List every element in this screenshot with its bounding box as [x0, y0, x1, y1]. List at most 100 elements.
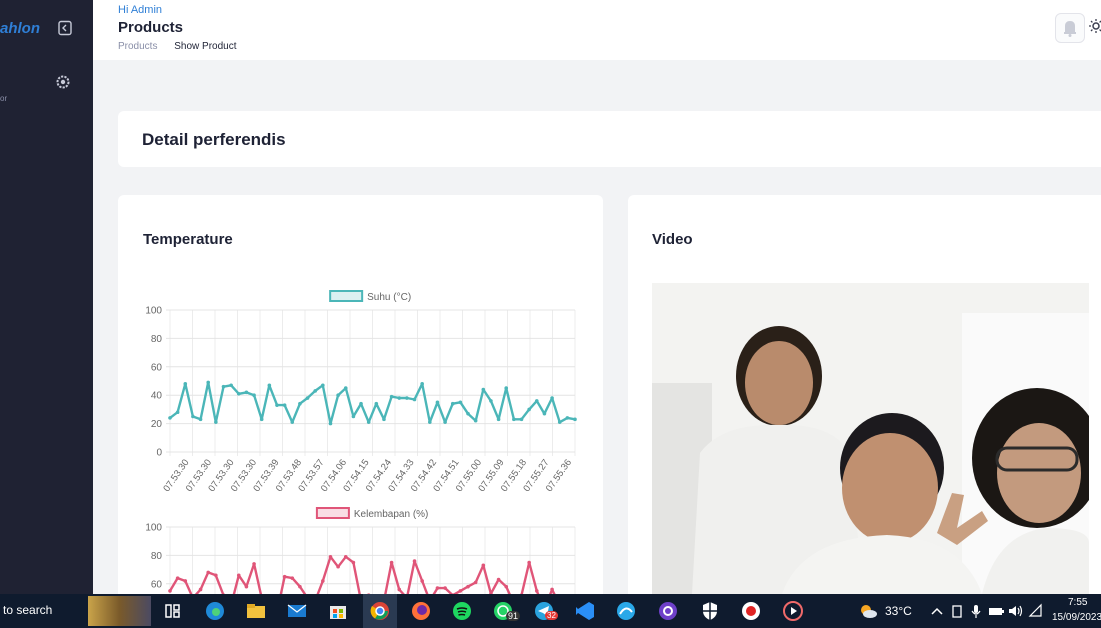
kelembapan-data-point	[336, 564, 340, 569]
suhu-data-point	[290, 420, 295, 424]
suhu-legend-swatch	[329, 290, 364, 302]
suhu-data-point	[550, 396, 554, 400]
kelembapan-data-point	[496, 577, 501, 582]
video-title: Video	[652, 231, 693, 248]
microphone-icon[interactable]	[965, 600, 987, 622]
suhu-data-point	[259, 417, 264, 422]
greeting: Hi Admin	[118, 4, 162, 16]
suhu-y-tick-label: 60	[151, 362, 163, 373]
chrome-icon[interactable]	[369, 600, 391, 622]
spotify-icon[interactable]	[451, 600, 473, 622]
suhu-data-point	[534, 399, 539, 403]
suhu-data-point	[298, 401, 302, 406]
suhu-data-point	[252, 393, 256, 397]
kelembapan-data-point	[244, 584, 249, 589]
suhu-data-point	[336, 393, 340, 397]
search-highlight-image	[88, 596, 151, 626]
firefox-icon[interactable]	[410, 600, 432, 622]
suhu-y-tick-label: 80	[151, 334, 163, 345]
battery-icon[interactable]	[985, 600, 1007, 622]
notification-button[interactable]	[1055, 13, 1085, 43]
greeting-user[interactable]: Admin	[131, 4, 162, 16]
suhu-data-point	[221, 384, 226, 389]
kelembapan-data-point	[550, 587, 554, 592]
suhu-data-point	[229, 383, 233, 388]
wifi-icon[interactable]	[1025, 600, 1047, 622]
suhu-data-point	[359, 401, 363, 406]
kelembapan-data-point	[282, 574, 287, 579]
gear-icon[interactable]	[55, 74, 71, 90]
suhu-data-point	[489, 399, 493, 403]
brand-logo[interactable]: ahlon	[0, 20, 40, 37]
chevron-up-icon[interactable]	[926, 600, 948, 622]
clock-time[interactable]: 7:55	[1068, 597, 1087, 608]
video-stream[interactable]	[652, 283, 1089, 594]
breadcrumb: Products Show Product	[118, 41, 237, 52]
kelembapan-data-point	[290, 576, 295, 580]
suhu-data-point	[282, 403, 287, 407]
suhu-data-point	[374, 401, 379, 406]
kelembapan-y-tick-label: 100	[145, 523, 162, 534]
store-icon[interactable]	[327, 600, 349, 622]
windows-taskbar: to search 91 32 33°C 7:55 15/09/2023	[0, 594, 1101, 628]
suhu-data-point	[481, 387, 486, 392]
file-explorer-icon[interactable]	[245, 600, 267, 622]
kelembapan-data-point	[412, 559, 417, 563]
kelembapan-data-point	[183, 579, 188, 583]
suhu-data-point	[198, 417, 203, 422]
temperature-chart: Suhu (°C)02040608010007.53.3007.53.3007.…	[145, 290, 577, 594]
edge-icon[interactable]	[204, 600, 226, 622]
task-view-icon[interactable]	[162, 600, 184, 622]
taskbar-search[interactable]: to search	[3, 603, 52, 617]
webcam-frame-image	[652, 283, 1089, 594]
kelembapan-data-point	[236, 573, 241, 578]
suhu-data-point	[328, 421, 333, 426]
clock-date[interactable]: 15/09/2023	[1052, 612, 1101, 623]
suhu-data-point	[214, 420, 218, 424]
kelembapan-data-point	[214, 573, 218, 578]
kelembapan-y-tick-label: 60	[151, 579, 163, 590]
collapse-sidebar-icon[interactable]	[57, 20, 73, 36]
breadcrumb-products[interactable]: Products	[118, 41, 157, 52]
suhu-data-point	[473, 418, 478, 423]
kelembapan-data-point	[206, 570, 211, 575]
temperature-card: Temperature Suhu (°C) 0 20 40 60 80 100 07.53.3…	[118, 195, 603, 594]
suhu-data-point	[519, 417, 524, 422]
suhu-data-point	[343, 386, 348, 390]
suhu-data-point	[504, 386, 509, 390]
edge-dev-icon[interactable]	[615, 600, 637, 622]
suhu-data-point	[412, 397, 417, 402]
suhu-data-point	[382, 417, 386, 422]
suhu-data-point	[389, 394, 394, 399]
github-icon[interactable]	[657, 600, 679, 622]
kelembapan-data-point	[466, 584, 470, 589]
kelembapan-data-point	[397, 587, 402, 592]
suhu-data-point	[366, 420, 371, 424]
speaker-icon[interactable]	[1005, 600, 1027, 622]
suhu-data-point	[542, 411, 547, 416]
media-player-icon[interactable]	[782, 600, 804, 622]
kelembapan-data-point	[175, 576, 180, 580]
weather-temperature[interactable]: 33°C	[885, 604, 912, 618]
kelembapan-data-point	[481, 563, 486, 568]
breadcrumb-current: Show Product	[174, 41, 237, 52]
kelembapan-legend-label: Kelembapan (%)	[354, 509, 428, 520]
whatsapp-badge: 91	[506, 611, 521, 621]
mail-icon[interactable]	[286, 600, 308, 622]
suhu-y-tick-label: 40	[151, 391, 163, 402]
theme-sun-icon[interactable]	[1089, 19, 1101, 33]
kelembapan-data-point	[343, 555, 348, 559]
suhu-data-point	[191, 414, 195, 419]
kelembapan-data-point	[321, 579, 325, 583]
suhu-data-point	[496, 417, 501, 422]
record-icon[interactable]	[740, 600, 762, 622]
greeting-prefix: Hi	[118, 4, 129, 16]
vscode-icon[interactable]	[574, 600, 596, 622]
suhu-data-point	[244, 390, 249, 395]
sidebar-label: or	[0, 94, 8, 103]
security-shield-icon[interactable]	[699, 600, 721, 622]
suhu-data-point	[458, 400, 463, 405]
kelembapan-data-point	[351, 560, 356, 565]
telegram-badge: 32	[545, 611, 558, 620]
suhu-data-point	[183, 382, 188, 386]
